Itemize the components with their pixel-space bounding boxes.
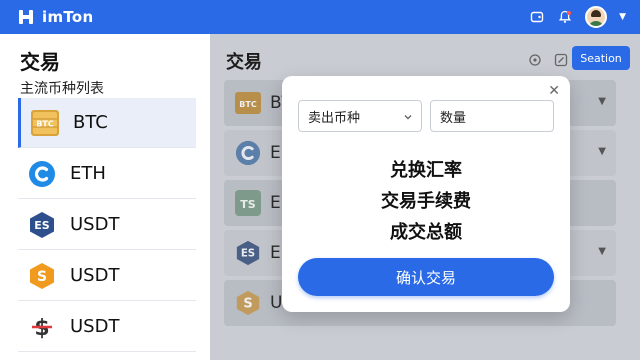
settings-icon[interactable] [528, 52, 542, 71]
sidebar-subtitle: 主流币种列表 [20, 81, 104, 97]
quantity-field[interactable]: 数量 [430, 100, 554, 132]
coin-item-usdt-3[interactable]: $ USDT [18, 302, 196, 352]
eth-coin-icon [234, 139, 262, 167]
chevron-down-icon [403, 111, 413, 126]
ts-coin-icon: TS [234, 189, 262, 217]
coin-label: USDT [70, 214, 120, 235]
chevron-down-icon[interactable]: ▼ [598, 246, 606, 257]
svg-text:BTC: BTC [239, 100, 257, 109]
svg-text:S: S [243, 297, 252, 312]
eth-coin-icon [28, 160, 56, 188]
edit-icon[interactable] [554, 52, 568, 71]
imton-logo-icon [18, 9, 34, 25]
es-coin-icon: ES [234, 239, 262, 267]
trade-modal: ✕ 卖出币种 数量 兑换汇率 交易手续费 成交总额 确认交易 [282, 76, 570, 312]
chevron-down-icon[interactable]: ▼ [598, 96, 606, 107]
chevron-down-icon[interactable]: ▼ [619, 12, 626, 22]
coin-label: BTC [73, 112, 108, 133]
coin-label: ETH [70, 163, 106, 184]
wallet-icon[interactable] [529, 9, 545, 25]
app-name: imTon [42, 8, 94, 26]
trade-fee-label: 交易手续费 [381, 191, 471, 212]
coin-item-eth[interactable]: ETH [18, 149, 196, 199]
coin-item-usdt-1[interactable]: ES USDT [18, 200, 196, 250]
quantity-field-placeholder: 数量 [440, 110, 467, 126]
svg-text:ES: ES [241, 249, 255, 260]
avatar[interactable] [585, 6, 608, 28]
svg-text:ES: ES [34, 219, 50, 232]
bell-icon[interactable] [557, 9, 573, 25]
btc-coin-icon: BTC [31, 109, 59, 137]
sell-coin-select[interactable]: 卖出币种 [298, 100, 422, 132]
confirm-trade-button[interactable]: 确认交易 [298, 258, 554, 296]
sell-coin-select-value: 卖出币种 [308, 110, 361, 126]
svg-text:BTC: BTC [36, 119, 54, 128]
exchange-rate-label: 兑换汇率 [390, 160, 462, 181]
coin-label: USDT [70, 265, 120, 286]
coin-item-btc[interactable]: BTC BTC [18, 98, 196, 148]
chevron-down-icon[interactable]: ▼ [598, 146, 606, 157]
total-amount-label: 成交总额 [390, 222, 462, 243]
s-coin-icon: S [28, 262, 56, 290]
coin-item-usdt-2[interactable]: S USDT [18, 251, 196, 301]
seation-button[interactable]: Seation [572, 46, 630, 70]
close-icon[interactable]: ✕ [548, 84, 560, 98]
page-title: 交易 [226, 52, 262, 73]
sidebar: 交易 主流币种列表 BTC BTC ETH ES USDT S USDT $ U… [0, 34, 210, 360]
row-label: E [270, 243, 281, 263]
row-label: E [270, 193, 281, 213]
s-coin-icon: S [234, 289, 262, 317]
dollar-coin-icon: $ [28, 313, 56, 341]
top-bar: imTon ▼ [0, 0, 640, 34]
coin-label: USDT [70, 316, 120, 337]
svg-text:S: S [37, 269, 47, 285]
row-label: E [270, 143, 281, 163]
es-coin-icon: ES [28, 211, 56, 239]
brand[interactable]: imTon [18, 8, 94, 26]
svg-text:TS: TS [240, 198, 256, 211]
svg-text:$: $ [34, 316, 49, 341]
sidebar-title: 交易 [20, 50, 60, 74]
btc-coin-icon: BTC [234, 89, 262, 117]
